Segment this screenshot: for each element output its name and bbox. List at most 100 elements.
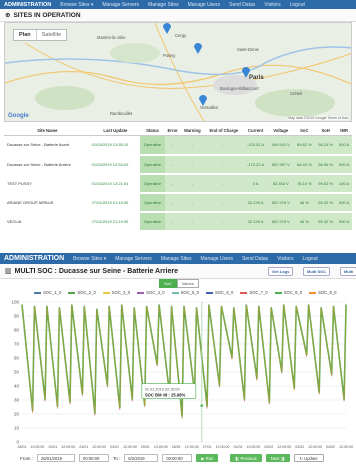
x-tick-label: 12:00:00: [277, 445, 291, 449]
x-tick-label: 28/01: [18, 445, 27, 449]
imr-cell: 900 A: [336, 211, 352, 232]
site-name-cell[interactable]: ARIANE GROUP AIRBUS: [4, 192, 91, 213]
end-of-charge-cell: -: [204, 211, 244, 232]
brand[interactable]: ADMINISTRATION: [4, 2, 51, 8]
nav-visitors[interactable]: Visitors: [277, 256, 293, 262]
warning-cell: -: [180, 135, 205, 156]
nav-logout[interactable]: Logout: [290, 2, 305, 8]
run-button[interactable]: ▶ Run: [196, 454, 219, 462]
legend-item[interactable]: SOC_4_0: [137, 290, 165, 295]
legend-item[interactable]: SOC_8_0: [274, 290, 302, 295]
get-logs-button[interactable]: Get Logs: [268, 267, 294, 276]
legend-item[interactable]: SOC_3_0: [102, 290, 130, 295]
site-marker-icon[interactable]: [241, 65, 251, 78]
legend-item[interactable]: SOC_1_0: [34, 290, 61, 295]
nav-manage-users[interactable]: Manage Users: [201, 256, 234, 262]
date-range-bar: From : 26/01/2019 00:00:00 To : 6/2/2019…: [0, 452, 356, 464]
nav-manage-sites[interactable]: Manage Sites: [161, 256, 192, 262]
to-time-input[interactable]: 00:00:00: [162, 454, 193, 462]
site-marker-icon[interactable]: [162, 22, 172, 34]
nav-manage-users[interactable]: Manage Users: [188, 2, 221, 8]
map-terms[interactable]: Map data ©2019 Google Terms of Use: [288, 116, 348, 120]
site-name-cell[interactable]: Ducasse sur Seine - Batterie Avant: [4, 135, 91, 156]
table-row[interactable]: Ducasse sur Seine - Batterie Avant 01/03/…: [4, 135, 352, 156]
legend-item[interactable]: SOC_2_0: [68, 290, 96, 295]
site-name-cell[interactable]: Ducasse sur Seine - Batterie Arriere: [4, 154, 91, 175]
site-marker-icon[interactable]: [193, 41, 203, 54]
legend-swatch: [240, 292, 248, 294]
nav-manage-sites[interactable]: Manage Sites: [148, 2, 179, 8]
map-label: Cergy: [175, 33, 187, 38]
voltage-cell: 53.353 V: [267, 173, 294, 194]
legend-swatch: [309, 292, 317, 294]
update-button[interactable]: ↻ Update: [293, 454, 324, 462]
soc-chart[interactable]: 100908070605040302010028/01 12:00:00 22/01…: [0, 296, 356, 452]
top-navbar: ADMINISTRATION Browse Sites ▾ Manage Ser…: [0, 0, 356, 9]
nav-browse-sites[interactable]: Browse Sites ▾: [60, 2, 93, 8]
next-button[interactable]: Next ◨: [265, 454, 290, 462]
soc-toggle[interactable]: SoC: [159, 279, 177, 288]
y-tick-label: 30: [14, 398, 20, 403]
imr-cell: 900 A: [336, 154, 352, 175]
chart-legend: SOC_1_0 SOC_2_0 SOC_3_0 SOC_4_0 SOC_5_0 SOC_6…: [34, 290, 337, 295]
map-label: Paris: [249, 75, 264, 81]
table-row[interactable]: TEST PUSSY 01/03/2019 13:21:04 Operative - -…: [4, 173, 352, 194]
map-label: Mantes-la-Jolie: [97, 35, 126, 40]
col-warning: Warning: [180, 126, 205, 136]
y-tick-label: 40: [14, 384, 20, 389]
nav-send-datas[interactable]: Send Datas: [229, 2, 255, 8]
last-update-cell: 01/03/2019 13:55:15: [90, 135, 141, 156]
soh-cell: 99.62 %: [314, 173, 337, 194]
map-label: Boulogne-Billancourt: [220, 86, 259, 91]
site-name-cell[interactable]: TEST PUSSY: [4, 173, 91, 194]
nav-manage-servers[interactable]: Manage Servers: [102, 2, 139, 8]
y-tick-label: 0: [16, 440, 19, 445]
voltage-cell: 657.976 V: [267, 192, 294, 213]
tab-satellite[interactable]: Satellite: [35, 30, 67, 40]
nav-logout[interactable]: Logout: [302, 256, 317, 262]
nav-browse-sites[interactable]: Browse Sites ▾: [73, 256, 106, 262]
x-tick-label: 12:00:00: [123, 445, 137, 449]
soc-cell: 64.43 %: [293, 154, 315, 175]
legend-item[interactable]: SOC_5_0: [171, 290, 199, 295]
legend-item[interactable]: SOC_6_0: [205, 290, 233, 295]
map-type-tabs: Plan Satellite: [13, 29, 68, 41]
nav-visitors[interactable]: Visitors: [264, 2, 280, 8]
nav-send-datas[interactable]: Send Datas: [242, 256, 268, 262]
soc-cell: 78.16 %: [293, 173, 315, 194]
status-cell: Operative: [140, 192, 165, 213]
multi-button[interactable]: Multi: [340, 267, 356, 276]
y-tick-label: 70: [14, 342, 20, 347]
end-of-charge-cell: -: [204, 135, 244, 156]
map[interactable]: Plan Satellite Mantes-la-Jolie Poissy Sa…: [4, 22, 352, 122]
to-date-input[interactable]: 6/2/2019: [124, 454, 159, 462]
y-tick-label: 10: [14, 426, 20, 431]
site-name-cell[interactable]: VEOLIA: [4, 211, 91, 232]
col-site-name: Site Name: [4, 126, 91, 136]
brand[interactable]: ADMINISTRATION: [4, 255, 64, 262]
tab-plan[interactable]: Plan: [14, 30, 36, 40]
col-status: Status: [140, 126, 165, 136]
legend-swatch: [171, 292, 179, 294]
col-last-update: Last Update: [90, 126, 141, 136]
soc-cell: 46 %: [293, 192, 315, 213]
nav-manage-servers[interactable]: Manage Servers: [115, 256, 152, 262]
site-marker-icon[interactable]: [198, 93, 208, 106]
legend-item[interactable]: SOC_9_0: [309, 290, 337, 295]
imr-cell: 900 A: [336, 135, 352, 156]
table-row[interactable]: VEOLIA 27/01/2019 21:19:35 Operative - - -32.…: [4, 211, 352, 232]
multi-soc-button[interactable]: Multi SOC: [303, 267, 331, 276]
values-toggle[interactable]: Values: [176, 279, 199, 288]
from-time-input[interactable]: 00:00:00: [79, 454, 109, 462]
current-cell: 0 A: [243, 173, 268, 194]
update-label: Update: [304, 455, 318, 461]
soh-cell: 99.32 %: [314, 192, 337, 213]
y-tick-label: 80: [14, 328, 20, 333]
legend-item[interactable]: SOC_7_0: [240, 290, 268, 295]
table-row[interactable]: Ducasse sur Seine - Batterie Arriere 01/0…: [4, 154, 352, 175]
previous-button[interactable]: ◧ Previous: [230, 454, 262, 462]
from-date-input[interactable]: 26/01/2019: [37, 454, 75, 462]
table-row[interactable]: ARIANE GROUP AIRBUS 27/01/2019 21:19:35 Op…: [4, 192, 352, 213]
current-cell: -172.22 A: [243, 154, 268, 175]
y-tick-label: 100: [11, 300, 19, 305]
